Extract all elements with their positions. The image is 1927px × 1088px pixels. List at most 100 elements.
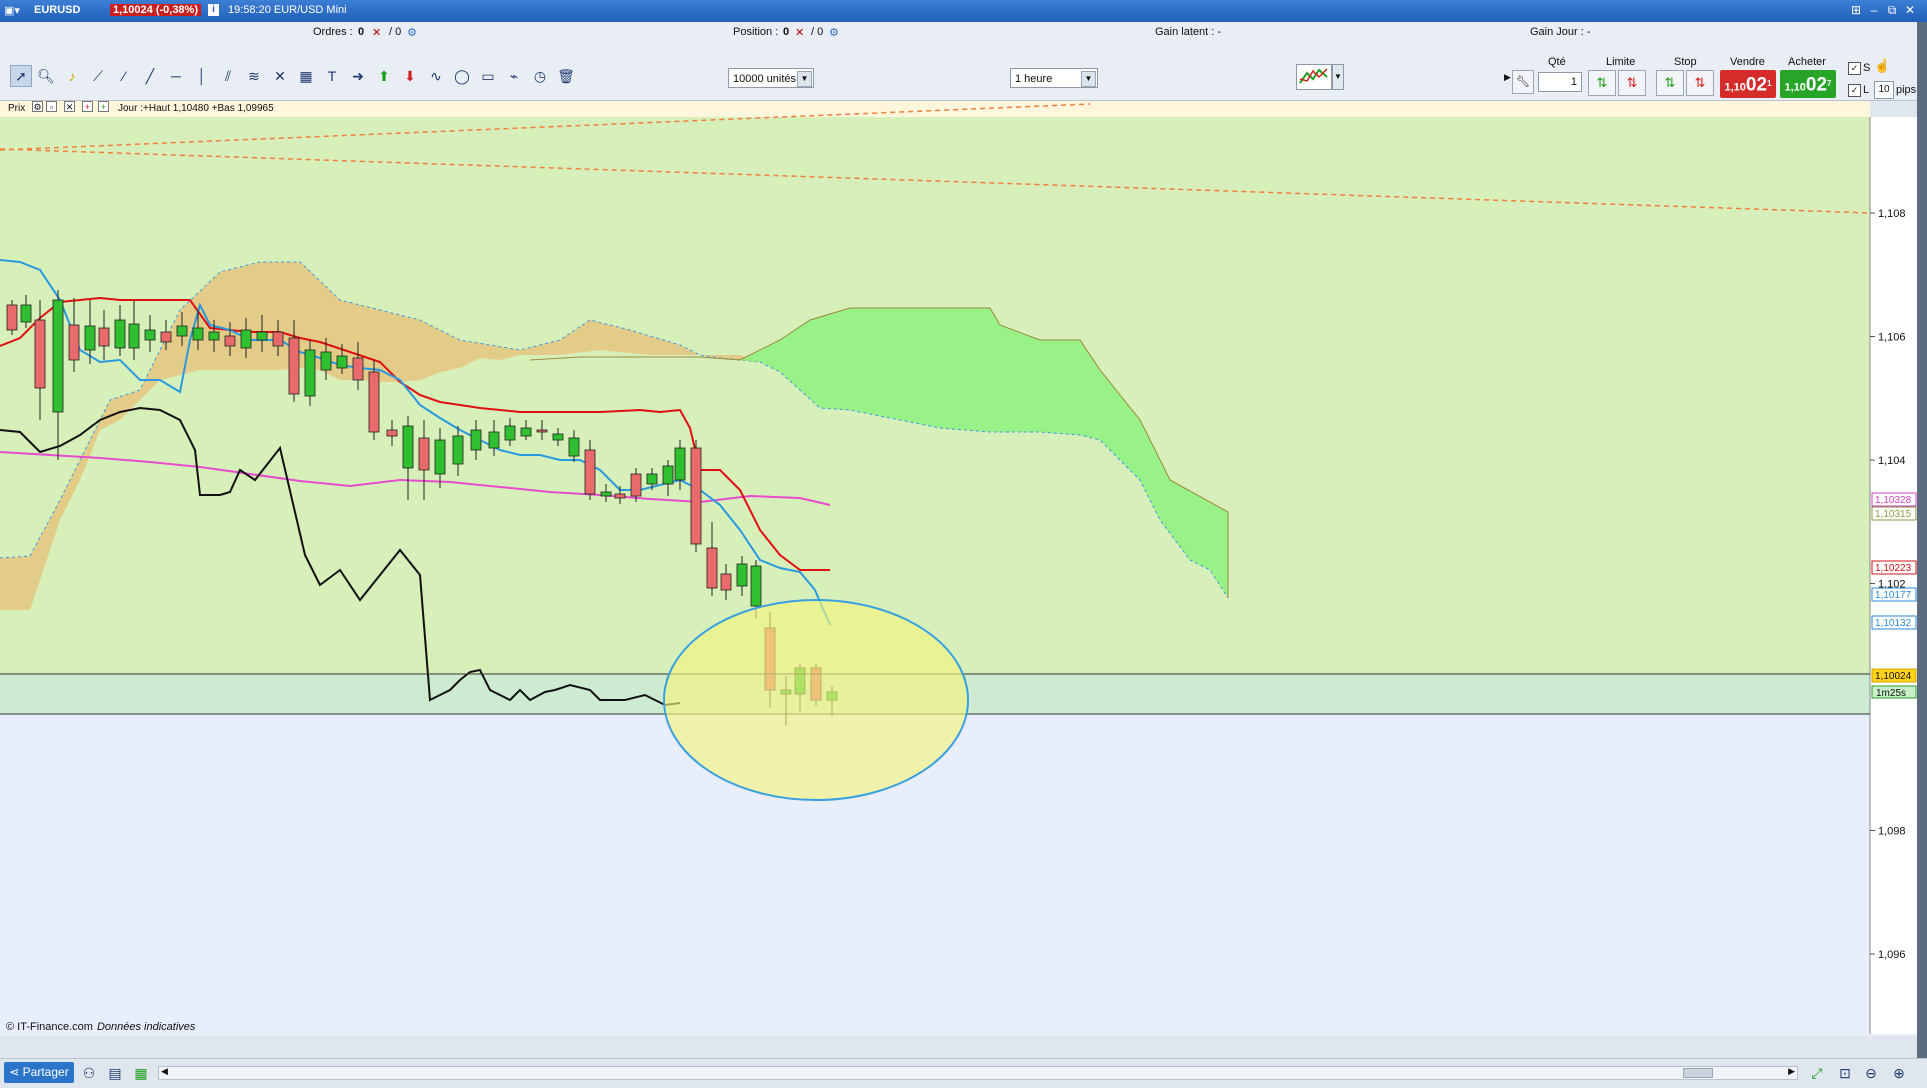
horizontal-line-icon[interactable]: ─ bbox=[166, 66, 186, 86]
candle-body bbox=[434, 439, 446, 475]
close-icon[interactable]: ✕ bbox=[1902, 3, 1918, 17]
chart-type-button[interactable] bbox=[1296, 64, 1332, 90]
clock-icon[interactable]: ◷ bbox=[530, 66, 550, 86]
line-icon[interactable]: ⁄ bbox=[114, 66, 134, 86]
orders-link-icon[interactable]: ⚙ bbox=[407, 26, 417, 39]
scroll-thumb[interactable] bbox=[1683, 1068, 1713, 1078]
account-status-bar: Ordres : 0 ✕ / 0 ⚙ Position : 0 ✕ / 0 ⚙ … bbox=[0, 22, 1927, 43]
price-tick-label: 1,106 bbox=[1878, 332, 1906, 344]
limit-checkbox[interactable]: ✓ bbox=[1848, 84, 1861, 97]
limit-buy-icon: ⇅ bbox=[1596, 75, 1608, 90]
stop-buy-button[interactable]: ⇅ bbox=[1656, 70, 1684, 96]
candle-body bbox=[386, 429, 398, 437]
trash-icon[interactable]: 🗑︎ bbox=[556, 66, 576, 86]
candle-body bbox=[452, 435, 464, 465]
units-value: 10000 unités bbox=[733, 73, 796, 85]
qty-input[interactable]: 1 bbox=[1538, 72, 1582, 92]
candle-body bbox=[520, 427, 532, 437]
alert-bell-icon[interactable]: ♪ bbox=[62, 66, 82, 86]
order-panel: ▶ 🔧︎ Qté 1 Limite ⇅ ⇅ Stop ⇅ ⇅ Vendre 1,… bbox=[1504, 54, 1927, 100]
scroll-left-icon[interactable]: ◀ bbox=[161, 1066, 168, 1077]
auto-scale-icon[interactable]: ⤢ bbox=[1808, 1064, 1826, 1082]
app-menu-icon[interactable]: ▣▾ bbox=[4, 4, 20, 17]
up-arrow-icon[interactable]: ⬆ bbox=[374, 66, 394, 86]
price-change-badge: 1,10024 (-0,38%) bbox=[110, 4, 201, 16]
position-clear-icon[interactable]: ✕ bbox=[795, 26, 804, 39]
candle-body bbox=[6, 304, 18, 331]
highlight-ellipse[interactable] bbox=[663, 599, 969, 801]
price-tick-label: 1,104 bbox=[1878, 455, 1906, 467]
timeframe-select[interactable]: 1 heure ▼ bbox=[1010, 68, 1098, 88]
ray-icon[interactable]: ╱ bbox=[140, 66, 160, 86]
price-tag-label: 1,10132 bbox=[1875, 618, 1912, 629]
candle-body bbox=[272, 331, 284, 347]
grid-icon[interactable]: ▦ bbox=[296, 66, 316, 86]
buy-button[interactable]: 1,10027 bbox=[1780, 70, 1836, 98]
buy-label: Acheter bbox=[1788, 56, 1826, 68]
limit-sell-button[interactable]: ⇅ bbox=[1618, 70, 1646, 96]
candle-body bbox=[470, 429, 482, 451]
candle-body bbox=[418, 437, 430, 471]
sell-button[interactable]: 1,10021 bbox=[1720, 70, 1776, 98]
price-chart[interactable]: 1,1081,1061,1041,1021,0981,096 1,103281,… bbox=[0, 101, 1927, 1036]
compare-icon[interactable]: ⚇ bbox=[80, 1064, 98, 1082]
time-scrollbar[interactable]: ◀ ▶ bbox=[158, 1066, 1798, 1080]
minimize-icon[interactable]: – bbox=[1866, 3, 1882, 17]
pointer-icon[interactable]: ➚ bbox=[10, 65, 32, 87]
candle-body bbox=[192, 327, 204, 341]
calculator-icon[interactable]: ▤ bbox=[106, 1064, 124, 1082]
stop-checkbox[interactable]: ✓ bbox=[1848, 62, 1861, 75]
fit-zoom-icon[interactable]: ⊡ bbox=[1836, 1064, 1854, 1082]
pips-input[interactable]: 10 bbox=[1874, 81, 1894, 99]
candle-body bbox=[98, 327, 110, 347]
scroll-right-icon[interactable]: ▶ bbox=[1788, 1066, 1795, 1077]
pips-label: pips bbox=[1896, 84, 1917, 96]
fan-icon[interactable]: ✕ bbox=[270, 66, 290, 86]
indicator-icon[interactable]: ⌁ bbox=[504, 66, 524, 86]
restore-icon[interactable]: ⧉ bbox=[1884, 3, 1900, 17]
chart-type-dropdown[interactable]: ▼ bbox=[1332, 64, 1344, 90]
candle-body bbox=[646, 473, 658, 485]
time-axis-background bbox=[0, 1034, 1917, 1036]
ruler-icon[interactable]: ⟋ bbox=[88, 66, 108, 86]
candle-body bbox=[128, 323, 140, 349]
fibonacci-icon[interactable]: ≋ bbox=[244, 66, 264, 86]
text-icon[interactable]: T bbox=[322, 66, 342, 86]
limit-buy-button[interactable]: ⇅ bbox=[1588, 70, 1616, 96]
symbol-selector[interactable]: EURUSD bbox=[34, 4, 80, 16]
sell-price-pips: 02 bbox=[1745, 74, 1768, 96]
stop-sell-icon: ⇅ bbox=[1694, 75, 1706, 90]
orders-value: 0 bbox=[358, 26, 365, 38]
arrow-icon[interactable]: ➜ bbox=[348, 66, 368, 86]
position-link-icon[interactable]: ⚙ bbox=[829, 26, 839, 39]
zoom-in-icon[interactable]: ⊕ bbox=[1890, 1064, 1908, 1082]
price-tick-label: 1,108 bbox=[1878, 208, 1906, 220]
spreadsheet-icon[interactable]: ▦ bbox=[132, 1064, 150, 1082]
brush-icon[interactable]: ∿ bbox=[426, 66, 446, 86]
zoom-icon[interactable]: 🔍︎ bbox=[36, 66, 56, 86]
rectangle-icon[interactable]: ▭ bbox=[478, 66, 498, 86]
candle-body bbox=[304, 349, 316, 397]
units-select[interactable]: 10000 unités ▼ bbox=[728, 68, 814, 88]
stop-sell-button[interactable]: ⇅ bbox=[1686, 70, 1714, 96]
down-arrow-icon[interactable]: ⬇ bbox=[400, 66, 420, 86]
window-title: 19:58:20 EUR/USD Mini bbox=[228, 4, 347, 16]
price-tag-label: 1,10315 bbox=[1875, 509, 1912, 520]
channel-icon[interactable]: ⫽ bbox=[218, 66, 238, 86]
wrench-icon[interactable]: 🔧︎ bbox=[1512, 70, 1534, 94]
candle-body bbox=[288, 337, 300, 395]
candle-body bbox=[750, 565, 762, 607]
zoom-out-icon[interactable]: ⊖ bbox=[1862, 1064, 1880, 1082]
hand-cursor-icon[interactable]: ☝ bbox=[1874, 58, 1890, 74]
orders-clear-icon[interactable]: ✕ bbox=[372, 26, 381, 39]
candle-body bbox=[256, 331, 268, 341]
vertical-line-icon[interactable]: │ bbox=[192, 66, 212, 86]
collapse-icon[interactable]: ▶ bbox=[1504, 72, 1511, 83]
candle-body bbox=[402, 425, 414, 469]
limit-label: Limite bbox=[1606, 56, 1636, 68]
ellipse-icon[interactable]: ◯ bbox=[452, 66, 472, 86]
share-button[interactable]: ⋖ Partager bbox=[4, 1062, 74, 1083]
info-icon[interactable]: i bbox=[208, 4, 219, 16]
layout-icon[interactable]: ⊞ bbox=[1848, 3, 1864, 17]
data-source-label: © IT-Finance.com Données indicatives bbox=[6, 1021, 196, 1033]
